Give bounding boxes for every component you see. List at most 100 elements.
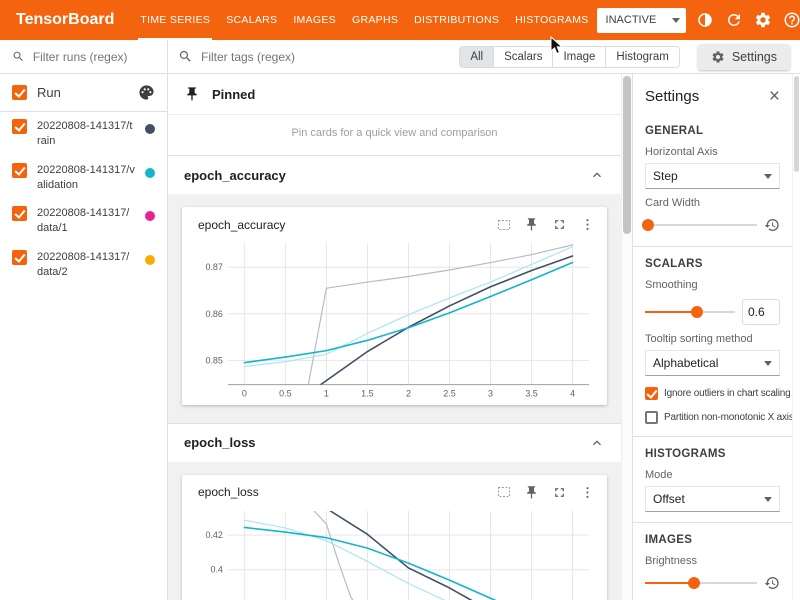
brightness-reset-icon[interactable] — [764, 575, 780, 591]
settings-button-label: Settings — [732, 50, 777, 64]
scalars-heading: SCALARS — [645, 258, 780, 270]
chevron-down-icon — [764, 361, 772, 366]
svg-text:0.4: 0.4 — [210, 564, 222, 574]
main-scrollbar[interactable] — [621, 74, 632, 600]
tab-histograms[interactable]: HISTOGRAMS — [507, 0, 596, 40]
card-width-slider[interactable] — [645, 218, 757, 232]
brightness-slider[interactable] — [645, 576, 757, 590]
runs-sidebar: Run 20220808-141317/train20220808-141317… — [0, 40, 168, 600]
section-epoch-loss-header[interactable]: epoch_loss — [168, 424, 621, 462]
chevron-up-icon[interactable] — [589, 167, 605, 183]
svg-text:1.5: 1.5 — [361, 389, 373, 399]
filter-chip-all[interactable]: All — [459, 46, 494, 68]
tab-time-series[interactable]: TIME SERIES — [132, 0, 218, 40]
pin-card-icon[interactable] — [524, 217, 539, 232]
refresh-icon[interactable] — [724, 10, 744, 30]
panel-scrollbar[interactable] — [792, 74, 800, 600]
run-checkbox[interactable] — [12, 206, 27, 221]
run-color-dot — [145, 168, 155, 178]
svg-text:0: 0 — [242, 389, 247, 399]
run-row[interactable]: 20220808-141317/data/2 — [0, 243, 167, 287]
section-epoch-loss: epoch_loss epoch_loss — [168, 423, 621, 600]
run-checkbox[interactable] — [12, 163, 27, 178]
tab-distributions[interactable]: DISTRIBUTIONS — [406, 0, 507, 40]
settings-title: Settings — [645, 88, 699, 105]
partition-x-label: Partition non-monotonic X axis — [664, 412, 792, 423]
fullscreen-icon[interactable] — [552, 485, 567, 500]
chart-epoch-loss[interactable]: 0.360.380.40.4200.511.522.533.54 — [190, 503, 599, 600]
section-title: epoch_loss — [184, 435, 256, 450]
filter-tags-input[interactable] — [201, 50, 451, 64]
horizontal-axis-value: Step — [653, 169, 678, 183]
dark-mode-toggle-icon[interactable] — [695, 10, 715, 30]
close-settings-icon[interactable]: × — [769, 87, 780, 106]
run-row[interactable]: 20220808-141317/train — [0, 112, 167, 156]
status-dropdown[interactable]: INACTIVE — [597, 8, 687, 33]
settings-section-general: GENERAL Horizontal Axis Step Card Width — [633, 114, 792, 246]
horizontal-axis-select[interactable]: Step — [645, 163, 780, 189]
chart-epoch-accuracy[interactable]: 0.850.860.8700.511.522.533.54 — [190, 235, 599, 403]
run-name: 20220808-141317/validation — [37, 163, 135, 193]
svg-text:2: 2 — [406, 389, 411, 399]
run-row[interactable]: 20220808-141317/validation — [0, 156, 167, 200]
chevron-up-icon[interactable] — [589, 435, 605, 451]
help-icon[interactable] — [782, 10, 800, 30]
pin-card-icon[interactable] — [524, 485, 539, 500]
runs-header-label: Run — [37, 85, 61, 100]
smoothing-input[interactable] — [742, 299, 780, 325]
histograms-heading: HISTOGRAMS — [645, 448, 780, 460]
svg-text:2.5: 2.5 — [443, 389, 455, 399]
select-all-runs-checkbox[interactable] — [12, 85, 27, 100]
run-checkbox[interactable] — [12, 250, 27, 265]
smoothing-label: Smoothing — [645, 279, 780, 291]
run-color-dot — [145, 124, 155, 134]
smoothing-slider[interactable] — [645, 305, 735, 319]
more-options-icon[interactable] — [580, 217, 595, 232]
histogram-mode-select[interactable]: Offset — [645, 486, 780, 512]
fit-domain-icon[interactable] — [497, 218, 511, 232]
tensorboard-logo: TensorBoard — [0, 11, 132, 29]
svg-text:0.87: 0.87 — [205, 262, 222, 272]
settings-button[interactable]: Settings — [698, 44, 790, 70]
chevron-down-icon — [672, 18, 680, 23]
settings-gear-icon[interactable] — [753, 10, 773, 30]
ignore-outliers-checkbox[interactable] — [645, 387, 658, 400]
run-row[interactable]: 20220808-141317/data/1 — [0, 199, 167, 243]
horizontal-axis-label: Horizontal Axis — [645, 146, 780, 158]
images-heading: IMAGES — [645, 534, 780, 546]
search-icon — [178, 49, 193, 64]
tab-graphs[interactable]: GRAPHS — [344, 0, 406, 40]
tooltip-sorting-value: Alphabetical — [653, 356, 718, 370]
ignore-outliers-row[interactable]: Ignore outliers in chart scaling — [645, 387, 780, 400]
svg-text:0.85: 0.85 — [205, 355, 222, 365]
brightness-label: Brightness — [645, 555, 780, 567]
tooltip-sorting-select[interactable]: Alphabetical — [645, 350, 780, 376]
scalar-card-epoch-loss: epoch_loss 0.360.380.40.4200.511.522.533… — [182, 475, 607, 600]
tab-scalars[interactable]: SCALARS — [218, 0, 285, 40]
svg-text:4: 4 — [570, 389, 575, 399]
card-width-reset-icon[interactable] — [764, 217, 780, 233]
partition-x-checkbox[interactable] — [645, 411, 658, 424]
filter-chip-scalars[interactable]: Scalars — [493, 46, 553, 68]
scalar-card-epoch-accuracy: epoch_accuracy 0.850.860.8700.511.522.53… — [182, 207, 607, 405]
section-epoch-accuracy-header[interactable]: epoch_accuracy — [168, 156, 621, 194]
filter-chip-histogram[interactable]: Histogram — [605, 46, 679, 68]
settings-section-images: IMAGES Brightness Contrast — [633, 522, 792, 600]
tab-images[interactable]: IMAGES — [285, 0, 344, 40]
section-title: epoch_accuracy — [184, 168, 286, 183]
fit-domain-icon[interactable] — [497, 485, 511, 499]
runs-filter — [0, 40, 167, 74]
run-name: 20220808-141317/data/2 — [37, 250, 135, 280]
section-epoch-accuracy: epoch_accuracy epoch_accuracy — [168, 156, 621, 423]
fullscreen-icon[interactable] — [552, 217, 567, 232]
filter-runs-input[interactable] — [33, 50, 155, 64]
run-list: 20220808-141317/train 20220808-141317/val… — [0, 112, 167, 287]
partition-x-row[interactable]: Partition non-monotonic X axis — [645, 411, 780, 424]
histogram-mode-value: Offset — [653, 492, 685, 506]
filter-chip-image[interactable]: Image — [552, 46, 606, 68]
palette-icon[interactable] — [138, 84, 155, 101]
pinned-empty-text: Pin cards for a quick view and compariso… — [168, 115, 621, 156]
tensorboard-app: TensorBoard TIME SERIESSCALARSIMAGESGRAP… — [0, 0, 800, 600]
run-checkbox[interactable] — [12, 119, 27, 134]
more-options-icon[interactable] — [580, 485, 595, 500]
